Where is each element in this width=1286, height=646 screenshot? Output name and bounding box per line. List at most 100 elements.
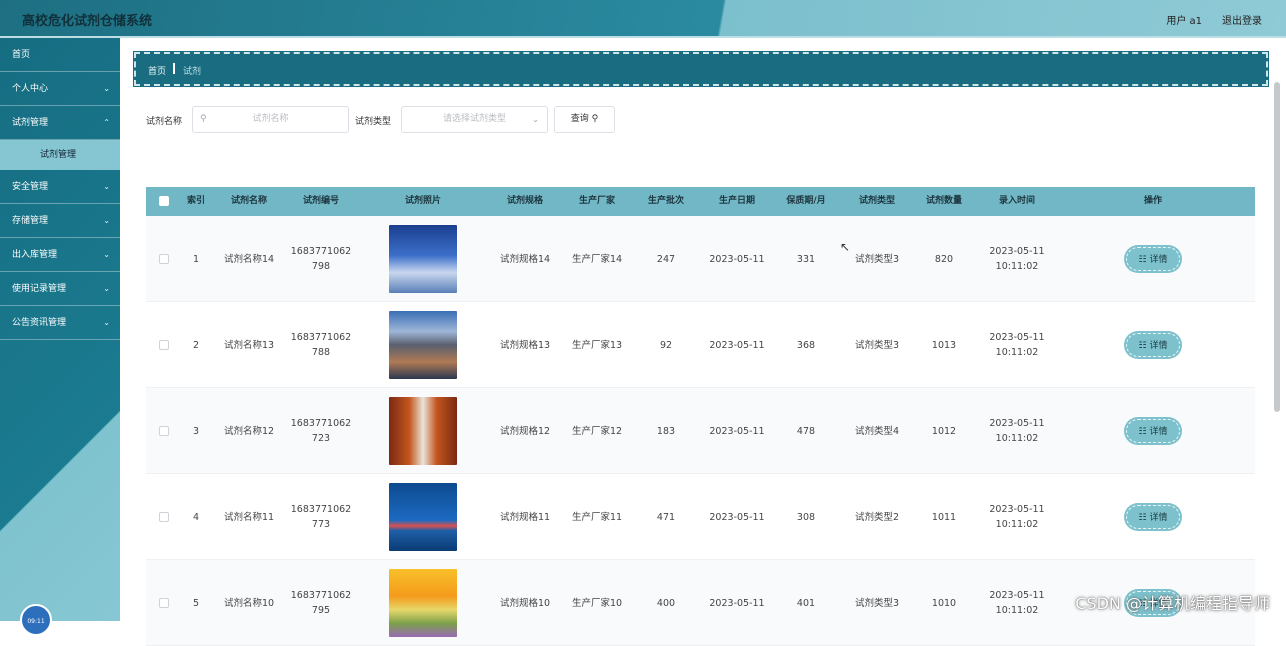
name-cell: 试剂名称12 xyxy=(223,425,275,437)
table-header: 索引 试剂名称 试剂编号 试剂照片 试剂规格 生产厂家 生产批次 生产日期 保质… xyxy=(146,187,1255,216)
col-index: 索引 xyxy=(186,196,205,206)
reagent-photo xyxy=(389,483,457,551)
date-cell: 2023-05-11 xyxy=(709,253,765,265)
sidebar: 首页 个人中心 ⌄ 试剂管理 ⌃ 试剂管理 安全管理 ⌄ 存储管理 ⌄ 出入库管理 ⌄ 使… xyxy=(0,38,120,636)
chevron-down-icon: ⌄ xyxy=(103,216,110,225)
action-cell: ☷ 详情 xyxy=(1106,474,1200,560)
detail-button[interactable]: ☷ 详情 xyxy=(1126,419,1180,443)
date-cell: 2023-05-11 xyxy=(709,339,765,351)
row-checkbox[interactable] xyxy=(159,254,169,264)
code-line: 1683771062 xyxy=(290,332,352,343)
type-cell: 试剂类型3 xyxy=(854,253,900,265)
col-shelf-life: 保质期/月 xyxy=(786,196,826,206)
main-content: 首页 试剂 试剂名称 ⚲ 试剂名称 试剂类型 请选择试剂类型 ⌄ 查询 ⚲ 索引… xyxy=(120,38,1280,646)
code-line: 773 xyxy=(311,519,331,530)
reagent-photo xyxy=(389,311,457,379)
document-icon: ☷ xyxy=(1138,341,1150,351)
sidebar-item-label: 首页 xyxy=(12,50,31,60)
col-maker: 生产厂家 xyxy=(578,196,615,206)
reagent-table: 索引 试剂名称 试剂编号 试剂照片 试剂规格 生产厂家 生产批次 生产日期 保质… xyxy=(146,187,1255,646)
entry-time-cell: 2023-05-11 10:11:02 xyxy=(978,216,1056,302)
type-cell: 试剂类型3 xyxy=(854,339,900,351)
detail-button[interactable]: ☷ 详情 xyxy=(1126,505,1180,529)
row-checkbox[interactable] xyxy=(159,340,169,350)
query-button[interactable]: 查询 ⚲ xyxy=(554,106,615,133)
col-photo: 试剂照片 xyxy=(404,196,441,206)
maker-cell: 生产厂家12 xyxy=(571,425,623,437)
name-search-input[interactable]: ⚲ 试剂名称 xyxy=(192,106,349,133)
name-cell: 试剂名称11 xyxy=(223,511,275,523)
sidebar-item-usage-records[interactable]: 使用记录管理 ⌄ xyxy=(0,272,120,306)
table-body: 1 试剂名称14 1683771062 798 试剂规格14 生产厂家14 247 2023-… xyxy=(146,216,1255,646)
sidebar-subitem-reagent-management[interactable]: 试剂管理 xyxy=(0,140,120,170)
photo-cell xyxy=(386,388,460,474)
name-cell: 试剂名称10 xyxy=(223,597,275,609)
detail-button[interactable]: ☷ 详情 xyxy=(1126,333,1180,357)
breadcrumb-home[interactable]: 首页 xyxy=(148,64,166,77)
type-cell: 试剂类型3 xyxy=(854,597,900,609)
action-cell: ☷ 详情 xyxy=(1106,388,1200,474)
qty-cell: 1010 xyxy=(931,597,957,609)
scrollbar[interactable] xyxy=(1274,82,1280,412)
sidebar-item-announcements[interactable]: 公告资讯管理 ⌄ xyxy=(0,306,120,340)
qty-cell: 1013 xyxy=(931,339,957,351)
index-cell: 1 xyxy=(192,253,200,265)
watermark: CSDN @计算机编程指导师 xyxy=(1075,594,1270,613)
clock-badge: 09:11 xyxy=(20,604,52,636)
code-cell: 1683771062 795 xyxy=(286,560,356,646)
sidebar-item-inout-management[interactable]: 出入库管理 ⌄ xyxy=(0,238,120,272)
date-cell: 2023-05-11 xyxy=(709,597,765,609)
code-line: 1683771062 xyxy=(290,590,352,601)
row-checkbox[interactable] xyxy=(159,598,169,608)
reagent-photo xyxy=(389,225,457,293)
sidebar-item-label: 安全管理 xyxy=(12,182,49,192)
entry-time-cell: 2023-05-11 10:11:02 xyxy=(978,560,1056,646)
sidebar-item-safety-management[interactable]: 安全管理 ⌄ xyxy=(0,170,120,204)
code-cell: 1683771062 723 xyxy=(286,388,356,474)
search-icon: ⚲ xyxy=(591,114,599,124)
reagent-photo xyxy=(389,397,457,465)
col-code: 试剂编号 xyxy=(302,196,339,206)
sidebar-item-home[interactable]: 首页 xyxy=(0,38,120,72)
maker-cell: 生产厂家10 xyxy=(571,597,623,609)
logout-link[interactable]: 退出登录 xyxy=(1222,12,1262,27)
search-bar: 试剂名称 ⚲ 试剂名称 试剂类型 请选择试剂类型 ⌄ 查询 ⚲ xyxy=(146,106,846,134)
detail-label: 详情 xyxy=(1149,255,1168,265)
code-line: 1683771062 xyxy=(290,246,352,257)
type-select[interactable]: 请选择试剂类型 ⌄ xyxy=(401,106,548,133)
sidebar-item-storage-management[interactable]: 存储管理 ⌄ xyxy=(0,204,120,238)
batch-cell: 400 xyxy=(656,597,676,609)
index-cell: 5 xyxy=(192,597,200,609)
col-name: 试剂名称 xyxy=(230,196,267,206)
detail-label: 详情 xyxy=(1149,341,1168,351)
qty-cell: 1011 xyxy=(931,511,957,523)
entry-time: 10:11:02 xyxy=(995,519,1039,530)
entry-date: 2023-05-11 xyxy=(989,504,1045,515)
row-checkbox[interactable] xyxy=(159,426,169,436)
detail-button[interactable]: ☷ 详情 xyxy=(1126,247,1180,271)
code-line: 723 xyxy=(311,433,331,444)
sidebar-item-reagent-management[interactable]: 试剂管理 ⌃ xyxy=(0,106,120,140)
code-line: 798 xyxy=(311,261,331,272)
sidebar-item-label: 试剂管理 xyxy=(12,118,49,128)
mouse-cursor-icon: ↖ xyxy=(840,240,851,254)
chevron-down-icon: ⌄ xyxy=(532,115,539,124)
chevron-down-icon: ⌄ xyxy=(103,318,110,327)
row-checkbox[interactable] xyxy=(159,512,169,522)
type-label: 试剂类型 xyxy=(355,117,392,127)
shelf-cell: 401 xyxy=(796,597,816,609)
action-cell: ☷ 详情 xyxy=(1106,216,1200,302)
qty-cell: 820 xyxy=(934,253,954,265)
sidebar-item-personal-center[interactable]: 个人中心 ⌄ xyxy=(0,72,120,106)
chevron-down-icon: ⌄ xyxy=(103,250,110,259)
sidebar-item-label: 出入库管理 xyxy=(12,250,58,260)
table-row: 3 试剂名称12 1683771062 723 试剂规格12 生产厂家12 183 2023-… xyxy=(146,388,1255,474)
select-all-checkbox[interactable] xyxy=(159,196,169,206)
spec-cell: 试剂规格11 xyxy=(499,511,551,523)
shelf-cell: 308 xyxy=(796,511,816,523)
batch-cell: 183 xyxy=(656,425,676,437)
date-cell: 2023-05-11 xyxy=(709,425,765,437)
entry-time: 10:11:02 xyxy=(995,433,1039,444)
breadcrumb-current: 试剂 xyxy=(183,67,202,77)
sidebar-item-label: 使用记录管理 xyxy=(12,284,67,294)
